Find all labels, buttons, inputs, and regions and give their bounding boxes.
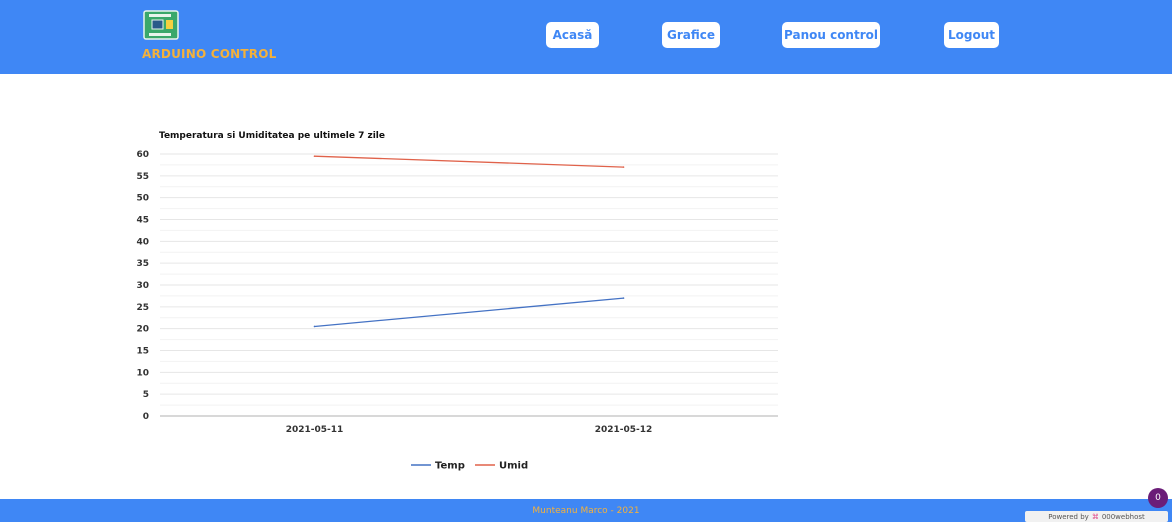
- data-point: [622, 297, 625, 299]
- legend-label: Temp: [435, 461, 465, 472]
- y-tick-label: 10: [136, 368, 149, 378]
- y-tick-label: 5: [143, 390, 149, 400]
- y-tick-label: 35: [136, 259, 149, 269]
- data-point: [622, 166, 625, 168]
- y-tick-label: 50: [136, 194, 149, 204]
- powered-by-banner[interactable]: Powered by ⌘ 000webhost: [1025, 511, 1168, 522]
- line-chart: Temperatura si Umiditatea pe ultimele 7 …: [136, 131, 778, 472]
- y-tick-label: 20: [136, 325, 149, 335]
- footer-credit: Munteanu Marco - 2021: [532, 506, 640, 516]
- x-tick-label: 2021-05-11: [286, 425, 344, 435]
- legend-label: Umid: [499, 461, 528, 472]
- series-line-temp: [314, 297, 624, 328]
- notification-badge[interactable]: 0: [1148, 488, 1168, 508]
- y-tick-label: 55: [136, 172, 149, 182]
- data-point: [313, 325, 316, 328]
- series-line-umid: [314, 155, 624, 168]
- y-tick-label: 15: [136, 347, 149, 357]
- y-tick-label: 60: [136, 150, 149, 160]
- y-tick-label: 30: [136, 281, 149, 291]
- y-tick-label: 0: [143, 412, 149, 422]
- chart-title: Temperatura si Umiditatea pe ultimele 7 …: [159, 131, 385, 141]
- data-point: [313, 155, 316, 157]
- footer: Munteanu Marco - 2021: [0, 499, 1172, 522]
- powered-by-label: Powered by: [1048, 512, 1089, 521]
- y-tick-label: 25: [136, 303, 149, 313]
- webhost-logo-icon: ⌘: [1091, 512, 1099, 521]
- x-tick-label: 2021-05-12: [595, 425, 653, 435]
- powered-by-host: 000webhost: [1101, 512, 1145, 521]
- y-tick-label: 40: [136, 237, 149, 247]
- y-tick-label: 45: [136, 216, 149, 226]
